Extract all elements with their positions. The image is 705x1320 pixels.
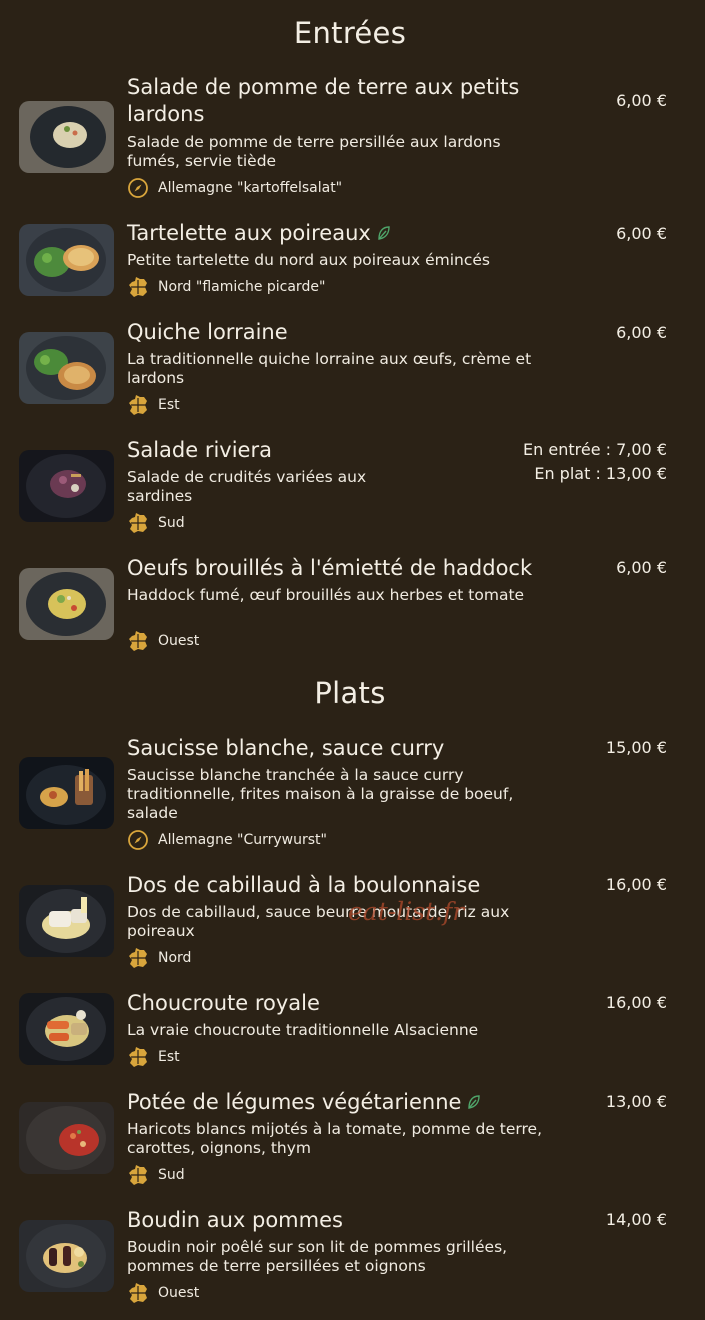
- dish-description: Dos de cabillaud, sauce beurre moutarde,…: [127, 903, 510, 940]
- vegetarian-leaf-icon: [377, 221, 391, 248]
- dish-origin: Ouest: [127, 1282, 199, 1304]
- compass-icon: [127, 177, 149, 199]
- dish-origin-label: Sud: [158, 1167, 185, 1183]
- watermark-text: eat-list.fr: [348, 897, 465, 926]
- dish-origin-label: Allemagne "kartoffelsalat": [158, 180, 343, 196]
- dish-price: 14,00 €: [605, 1210, 667, 1229]
- dish-origin: Nord "flamiche picarde": [127, 276, 325, 298]
- dish-description: Salade de pomme de terre persillée aux l…: [127, 133, 501, 170]
- france-map-icon: [127, 394, 149, 416]
- section-title-entrees: Entrées: [293, 16, 407, 50]
- dish-origin: Est: [127, 1046, 180, 1068]
- dish-price: 6,00 €: [616, 558, 667, 577]
- dish-origin: Nord: [127, 947, 191, 969]
- dish-origin: Sud: [127, 512, 185, 534]
- dish-price-main: En plat : 13,00 €: [534, 464, 667, 483]
- dish-photo-cabillaud: [19, 885, 114, 957]
- dish-origin: Allemagne "Currywurst": [127, 829, 327, 851]
- dish-name: Choucroute royale: [127, 991, 320, 1015]
- france-map-icon: [127, 1046, 149, 1068]
- dish-price: 16,00 €: [605, 993, 667, 1012]
- dish-name: Potée de légumes végétarienne: [127, 1089, 567, 1117]
- france-map-icon: [127, 1282, 149, 1304]
- dish-origin: Sud: [127, 1164, 185, 1186]
- dish-name: Oeufs brouillés à l'émietté de haddock: [127, 556, 533, 580]
- france-map-icon: [127, 630, 149, 652]
- dish-photo-quiche: [19, 332, 114, 404]
- dish-description: Petite tartelette du nord aux poireaux é…: [127, 251, 490, 269]
- dish-price: 15,00 €: [605, 738, 667, 757]
- dish-price: 6,00 €: [616, 224, 667, 243]
- dish-name: Dos de cabillaud à la boulonnaise: [127, 873, 481, 897]
- dish-price-starter: En entrée : 7,00 €: [523, 440, 667, 459]
- dish-origin: Allemagne "kartoffelsalat": [127, 177, 342, 199]
- dish-description: Haddock fumé, œuf brouillés aux herbes e…: [127, 586, 525, 604]
- dish-origin: Ouest: [127, 630, 199, 652]
- dish-name: Salade riviera: [127, 438, 272, 462]
- dish-photo-boudin: [19, 1220, 114, 1292]
- dish-price: 13,00 €: [605, 1092, 667, 1111]
- dish-description: La vraie choucroute traditionnelle Alsac…: [127, 1021, 479, 1039]
- france-map-icon: [127, 276, 149, 298]
- dish-origin-label: Ouest: [158, 633, 200, 649]
- dish-photo-oeufs-haddock: [19, 568, 114, 640]
- dish-name: Saucisse blanche, sauce curry: [127, 736, 445, 760]
- dish-price: 6,00 €: [616, 323, 667, 342]
- dish-description: Haricots blancs mijotés à la tomate, pom…: [127, 1120, 542, 1157]
- vegetarian-leaf-icon: [467, 1090, 481, 1117]
- france-map-icon: [127, 947, 149, 969]
- france-map-icon: [127, 512, 149, 534]
- dish-origin-label: Nord: [158, 950, 192, 966]
- section-title-plats: Plats: [314, 676, 386, 710]
- dish-description: Boudin noir poêlé sur son lit de pommes …: [127, 1238, 508, 1275]
- dish-origin-label: Est: [158, 397, 180, 413]
- dish-photo-choucroute: [19, 993, 114, 1065]
- dish-photo-salade-riviera: [19, 450, 114, 522]
- dish-name: Quiche lorraine: [127, 320, 288, 344]
- dish-description: Salade de crudités variées aux sardines: [127, 468, 367, 505]
- dish-origin-label: Allemagne "Currywurst": [158, 832, 327, 848]
- dish-photo-salade-pomme-de-terre: [19, 101, 114, 173]
- dish-description: La traditionnelle quiche lorraine aux œu…: [127, 350, 532, 387]
- dish-name-text: Tartelette aux poireaux: [127, 221, 371, 245]
- compass-icon: [127, 829, 149, 851]
- dish-name: Tartelette aux poireaux: [127, 220, 567, 248]
- dish-photo-tartelette: [19, 224, 114, 296]
- france-map-icon: [127, 1164, 149, 1186]
- dish-name-text: Potée de légumes végétarienne: [127, 1090, 462, 1114]
- dish-origin-label: Ouest: [158, 1285, 200, 1301]
- dish-origin-label: Nord "flamiche picarde": [158, 279, 326, 295]
- dish-price: 6,00 €: [616, 91, 667, 110]
- dish-origin-label: Est: [158, 1049, 180, 1065]
- dish-name: Boudin aux pommes: [127, 1208, 343, 1232]
- dish-photo-potee-legumes: [19, 1102, 114, 1174]
- dish-description: Saucisse blanche tranchée à la sauce cur…: [127, 766, 514, 822]
- dish-price: 16,00 €: [605, 875, 667, 894]
- dish-name: Salade de pomme de terre aux petits lard…: [127, 75, 520, 126]
- dish-origin: Est: [127, 394, 180, 416]
- dish-photo-saucisse-curry: [19, 757, 114, 829]
- dish-origin-label: Sud: [158, 515, 185, 531]
